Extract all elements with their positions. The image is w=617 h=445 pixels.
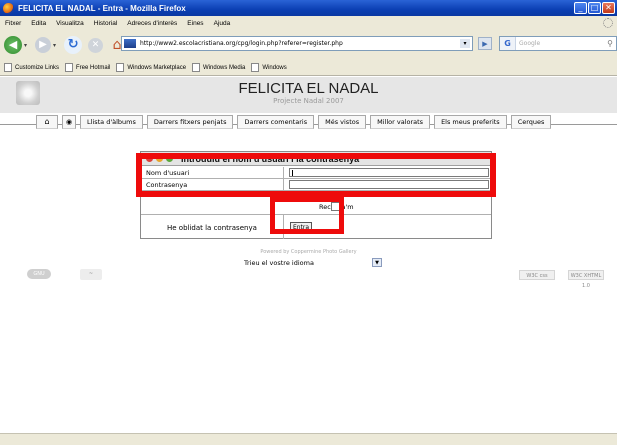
page-icon xyxy=(65,63,74,72)
throbber-icon xyxy=(603,18,613,28)
mysql-logo-icon: ~ xyxy=(88,271,94,277)
firefox-icon xyxy=(3,2,14,14)
gallery-nav-tabs: ⌂ ◉ Llista d'àlbums Darrers fitxers penj… xyxy=(36,115,552,129)
close-button[interactable]: ✕ xyxy=(602,2,615,14)
status-bar xyxy=(0,433,617,445)
back-arrow-icon[interactable]: ◀ xyxy=(4,36,22,54)
back-dropdown-icon[interactable]: ▾ xyxy=(24,42,27,49)
address-url: http://www2.escolacristiana.org/cpg/logi… xyxy=(140,40,343,47)
window-controls: _ □ ✕ xyxy=(574,2,615,14)
navigation-toolbar: ◀ ▾ ▶ ▾ ↻ ✕ ⌂ http://www2.escolacristian… xyxy=(0,30,617,60)
mysql-badge[interactable]: ~ xyxy=(80,269,102,280)
search-placeholder: Google xyxy=(519,40,541,47)
menu-help[interactable]: Ajuda xyxy=(214,20,231,27)
menu-tools[interactable]: Eines xyxy=(187,20,203,27)
language-label: Trieu el vostre idioma xyxy=(244,259,314,267)
site-header: FELICITA EL NADAL Projecte Nadal 2007 xyxy=(0,77,617,113)
site-favicon-icon xyxy=(124,39,136,48)
tab-favorites[interactable]: Els meus preferits xyxy=(434,115,507,129)
site-subtitle: Projecte Nadal 2007 xyxy=(273,97,344,105)
window-title: FELICITA EL NADAL - Entra - Mozilla Fire… xyxy=(18,3,186,13)
bookmark-label: Windows Media xyxy=(203,64,246,71)
go-arrow-icon[interactable]: ▶ xyxy=(478,37,492,50)
menu-bookmarks[interactable]: Adreces d'interès xyxy=(127,20,177,27)
address-bar[interactable]: http://www2.escolacristiana.org/cpg/logi… xyxy=(121,36,473,51)
gnu-logo-icon: GNU xyxy=(27,269,51,279)
powered-by-text: Powered by Coppermine Photo Gallery xyxy=(260,249,357,255)
info-icon: ◉ xyxy=(65,118,73,126)
tab-search[interactable]: Cerques xyxy=(510,115,552,129)
language-dropdown[interactable]: ▼ xyxy=(372,258,382,267)
page-icon xyxy=(192,63,201,72)
tab-most-viewed[interactable]: Més vistos xyxy=(318,115,367,129)
menu-view[interactable]: Visualitza xyxy=(56,20,84,27)
search-icon[interactable]: ⚲ xyxy=(607,39,613,48)
bookmark-label: Windows Marketplace xyxy=(127,64,187,71)
bookmark-label: Free Hotmail xyxy=(76,64,111,71)
w3c-xhtml-badge[interactable]: W3C XHTML 1.0 xyxy=(568,270,604,289)
page-content: FELICITA EL NADAL Projecte Nadal 2007 ⌂ … xyxy=(0,77,617,445)
minimize-button[interactable]: _ xyxy=(574,2,587,14)
url-dropdown-icon[interactable]: ▾ xyxy=(460,39,470,48)
reload-icon[interactable]: ↻ xyxy=(64,36,83,54)
tab-album-list[interactable]: Llista d'àlbums xyxy=(80,115,143,129)
search-input[interactable]: G Google ⚲ xyxy=(499,36,617,51)
window-titlebar: FELICITA EL NADAL - Entra - Mozilla Fire… xyxy=(0,0,617,16)
page-icon xyxy=(116,63,125,72)
tab-info[interactable]: ◉ xyxy=(62,115,76,129)
home-icon: ⌂ xyxy=(44,117,50,126)
page-icon xyxy=(4,63,12,72)
forward-arrow-icon[interactable]: ▶ xyxy=(35,37,52,53)
menu-edit[interactable]: Edita xyxy=(31,20,46,27)
bookmark-windows[interactable]: Windows xyxy=(251,63,287,72)
menu-history[interactable]: Historial xyxy=(94,20,117,27)
bookmark-free-hotmail[interactable]: Free Hotmail xyxy=(65,63,110,72)
bookmark-windows-marketplace[interactable]: Windows Marketplace xyxy=(116,63,186,72)
bookmark-windows-media[interactable]: Windows Media xyxy=(192,63,245,72)
menu-bar: Fitxer Edita Visualitza Historial Adrece… xyxy=(0,16,617,30)
site-title: FELICITA EL NADAL xyxy=(238,80,379,97)
forgot-password-link[interactable]: He oblidat la contrasenya xyxy=(167,224,257,232)
highlight-submit xyxy=(270,197,344,234)
forward-dropdown-icon[interactable]: ▾ xyxy=(53,42,56,49)
tab-top-rated[interactable]: Millor valorats xyxy=(370,115,431,129)
menu-file[interactable]: Fitxer xyxy=(5,20,21,27)
bookmark-customize-links[interactable]: Customize Links xyxy=(4,63,59,72)
bookmark-label: Customize Links xyxy=(15,64,60,71)
maximize-button[interactable]: □ xyxy=(588,2,601,14)
bookmarks-toolbar: Customize Links Free Hotmail Windows Mar… xyxy=(0,60,617,76)
bookmark-label: Windows xyxy=(262,64,287,71)
tab-home[interactable]: ⌂ xyxy=(36,115,58,129)
stop-icon[interactable]: ✕ xyxy=(88,37,104,53)
tab-last-comments[interactable]: Darrers comentaris xyxy=(237,115,315,129)
w3c-css-badge[interactable]: W3C css xyxy=(519,270,555,280)
tab-last-uploads[interactable]: Darrers fitxers penjats xyxy=(146,115,234,129)
highlight-credentials xyxy=(136,153,496,197)
google-engine-icon[interactable]: G xyxy=(500,37,516,50)
page-icon xyxy=(251,63,260,72)
gnu-badge[interactable]: GNU xyxy=(18,269,60,279)
